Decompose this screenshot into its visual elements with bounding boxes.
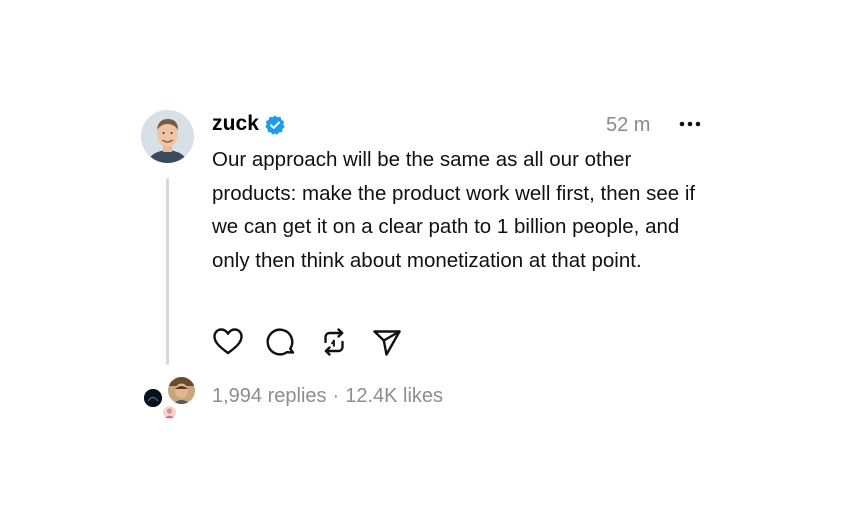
share-button[interactable] <box>370 325 404 359</box>
replier-avatar[interactable] <box>166 375 197 406</box>
likes-count[interactable]: 12.4K likes <box>345 385 443 407</box>
more-options-button[interactable] <box>676 114 706 134</box>
replier-avatar[interactable] <box>162 405 177 420</box>
replier-avatar-image <box>163 406 176 419</box>
repost-icon <box>324 328 344 356</box>
author-username[interactable]: zuck <box>212 111 259 137</box>
avatar-image <box>141 110 194 163</box>
like-button[interactable] <box>211 325 245 359</box>
comment-icon <box>266 328 295 356</box>
post-timestamp[interactable]: 52 m <box>606 113 650 137</box>
repost-button[interactable] <box>317 325 351 359</box>
verified-badge-icon <box>265 115 285 135</box>
thread-post: zuck 52 m Our approach will be the same … <box>0 0 850 520</box>
author-avatar[interactable] <box>141 110 194 163</box>
replier-avatar-image <box>144 389 162 407</box>
replier-avatar[interactable] <box>144 389 162 407</box>
reply-button[interactable] <box>264 325 298 359</box>
stats-separator: · <box>332 385 340 407</box>
replies-count[interactable]: 1,994 replies <box>212 385 327 407</box>
send-icon <box>373 330 401 356</box>
heart-icon <box>213 328 243 355</box>
thread-line <box>166 178 169 365</box>
post-text: Our approach will be the same as all our… <box>212 148 696 272</box>
replier-avatar-image <box>168 377 195 404</box>
more-options-icon <box>679 121 701 127</box>
post-stats: 1,994 replies · 12.4K likes <box>212 383 443 409</box>
